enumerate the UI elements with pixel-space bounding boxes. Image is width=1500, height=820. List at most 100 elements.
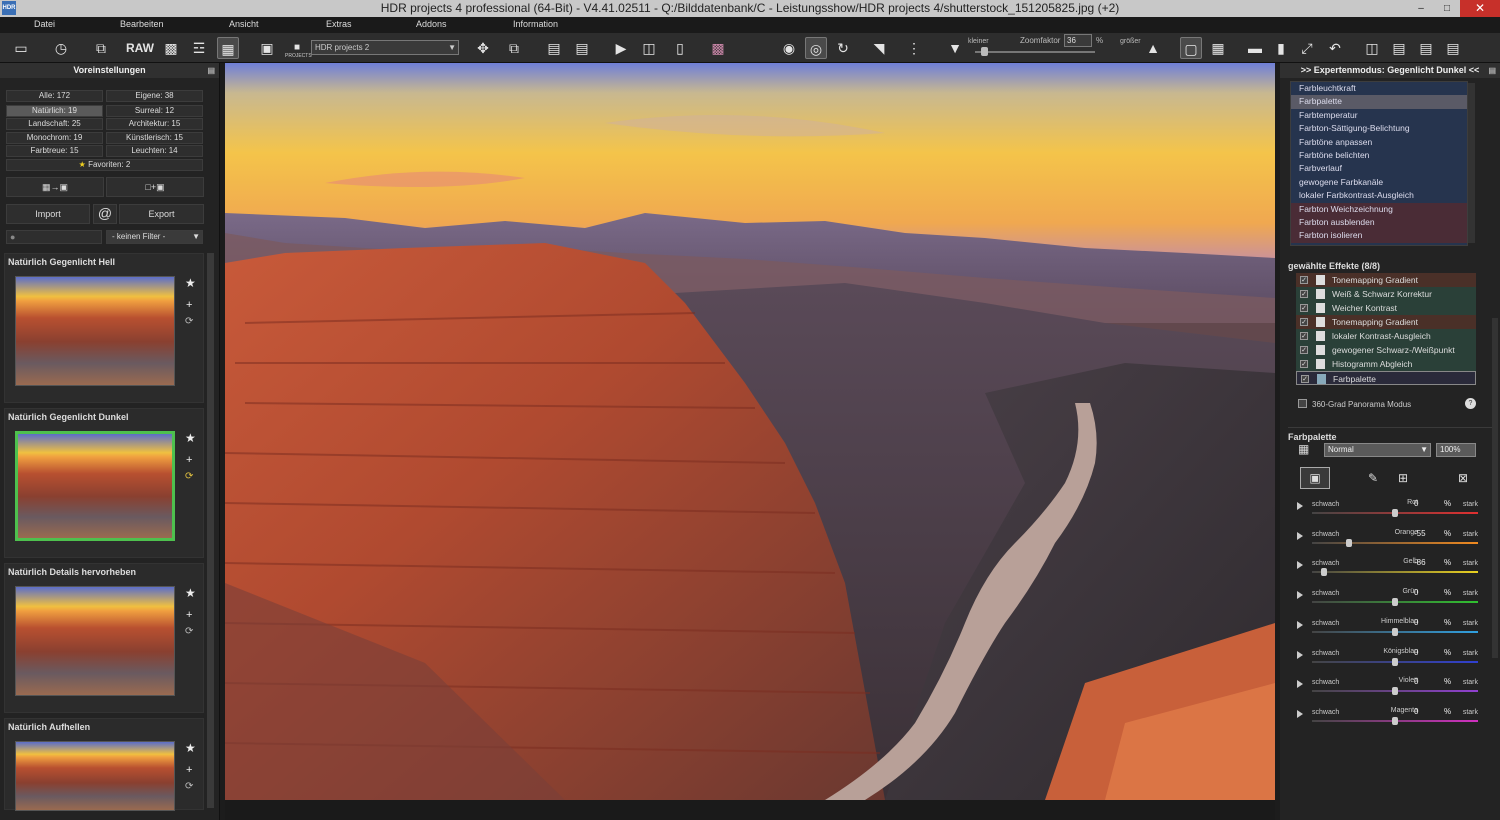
menu-ansicht[interactable]: Ansicht: [229, 19, 259, 29]
menu-bearbeiten[interactable]: Bearbeiten: [120, 19, 164, 29]
preset-card[interactable]: Natürlich Gegenlicht Dunkel ★ + ⟳: [4, 408, 204, 558]
category-surreal[interactable]: Surreal: 12: [106, 105, 203, 117]
list-item[interactable]: lokaler Farbkontrast-Ausgleich: [1291, 189, 1467, 202]
refresh-icon[interactable]: ⟳: [185, 471, 193, 482]
presets-scrollbar[interactable]: [207, 253, 214, 808]
preset-thumbnail[interactable]: [15, 276, 175, 386]
checkbox[interactable]: ✓: [1300, 346, 1308, 354]
slider-knob[interactable]: [1392, 627, 1398, 636]
preset-card[interactable]: Natürlich Details hervorheben ★ + ⟳: [4, 563, 204, 713]
list-item[interactable]: Farbtemperatur: [1291, 109, 1467, 122]
color-slider-row[interactable]: schwach Violett 0% stark: [1296, 674, 1480, 704]
refresh-icon[interactable]: ⟳: [185, 316, 193, 327]
plus-icon[interactable]: +: [186, 299, 192, 311]
slider-knob[interactable]: [1392, 716, 1398, 725]
slider-track[interactable]: [1312, 571, 1478, 574]
refresh-icon[interactable]: ⟳: [185, 781, 193, 792]
expand-arrow-icon[interactable]: [1297, 650, 1303, 659]
color-slider-row[interactable]: schwach Orange -55% stark: [1296, 526, 1480, 556]
slider-track[interactable]: [1312, 541, 1478, 544]
minimize-button[interactable]: –: [1408, 0, 1434, 17]
slider-value[interactable]: 0: [1414, 707, 1418, 716]
list-item[interactable]: Farbleuchtkraft: [1291, 82, 1467, 95]
zoom-in-icon[interactable]: ▲: [1142, 37, 1164, 59]
list-item[interactable]: Farbton isolieren: [1291, 229, 1467, 243]
checkbox[interactable]: ✓: [1300, 276, 1308, 284]
menu-extras[interactable]: Extras: [326, 19, 352, 29]
expand-arrow-icon[interactable]: [1297, 709, 1303, 718]
menu-information[interactable]: Information: [513, 19, 558, 29]
split-view-icon[interactable]: ◥: [868, 37, 890, 59]
pin-icon[interactable]: ▤: [207, 63, 215, 78]
star-icon[interactable]: ★: [185, 276, 196, 290]
panorama-checkbox[interactable]: [1298, 399, 1307, 408]
remove-effect-icon[interactable]: ⊠: [1452, 467, 1474, 489]
color-slider-row[interactable]: schwach Himmelblau 0% stark: [1296, 615, 1480, 645]
project-select[interactable]: HDR projects 2 ▼: [311, 40, 459, 55]
list-item[interactable]: Farbton ausblenden: [1291, 215, 1467, 230]
add-effect-icon[interactable]: ⊞: [1392, 467, 1414, 489]
preset-card[interactable]: Natürlich Aufhellen ★ + ⟳: [4, 718, 204, 811]
histogram-icon[interactable]: ▩: [160, 37, 182, 59]
copy-icon[interactable]: ⧉: [503, 37, 525, 59]
expand-arrow-icon[interactable]: [1297, 502, 1303, 510]
color-slider-row[interactable]: schwach Gelb -86% stark: [1296, 555, 1480, 585]
effect-row[interactable]: ✓ Histogramm Abgleich: [1296, 357, 1476, 371]
raw-button[interactable]: RAW: [126, 37, 154, 59]
import-button[interactable]: Import: [6, 204, 90, 224]
preset-thumbnail[interactable]: [15, 741, 175, 811]
add-preset-button[interactable]: □+▣: [106, 177, 204, 197]
refresh-icon[interactable]: ⟳: [185, 626, 193, 637]
checkbox[interactable]: ✓: [1301, 375, 1309, 383]
expand-arrow-icon[interactable]: [1297, 680, 1303, 689]
book-icon[interactable]: ▯: [669, 37, 691, 59]
list-item[interactable]: Farbton Weichzeichnung: [1291, 202, 1467, 216]
edit-effect-icon[interactable]: ✎: [1362, 467, 1384, 489]
effect-row-selected[interactable]: ✓ Farbpalette: [1296, 371, 1476, 385]
layout-top-icon[interactable]: ▬: [1244, 37, 1266, 59]
panel-2-icon[interactable]: ▤: [1415, 37, 1437, 59]
checkbox[interactable]: ✓: [1300, 360, 1308, 368]
slider-knob[interactable]: [1392, 657, 1398, 666]
filter-search-input[interactable]: ●: [6, 230, 102, 244]
zoom-out-icon[interactable]: ▼: [944, 37, 966, 59]
film-icon[interactable]: ▤: [571, 37, 593, 59]
slider-knob[interactable]: [1320, 568, 1327, 577]
list-item[interactable]: Farbton-Sättigung-Belichtung: [1291, 122, 1467, 135]
maximize-button[interactable]: □: [1434, 0, 1460, 17]
color-slider-row[interactable]: schwach Grün 0% stark: [1296, 585, 1480, 615]
category-artistic[interactable]: Künstlerisch: 15: [106, 132, 203, 144]
panels-icon[interactable]: ◫: [1361, 37, 1383, 59]
list-item[interactable]: Farbtöne anpassen: [1291, 136, 1467, 149]
effects-list-scrollbar[interactable]: [1468, 83, 1475, 243]
open-multiple-icon[interactable]: ⧉: [90, 37, 112, 59]
export-button[interactable]: Export: [119, 204, 204, 224]
list-item[interactable]: Farbpalette: [1291, 95, 1467, 109]
slider-value[interactable]: 0: [1414, 499, 1418, 508]
slider-value[interactable]: 0: [1414, 618, 1418, 627]
slider-value[interactable]: -86: [1414, 558, 1426, 567]
zoom-slider-track[interactable]: [975, 51, 1095, 53]
export-doc-icon[interactable]: ▤: [543, 37, 565, 59]
effect-row[interactable]: ✓ lokaler Kontrast-Ausgleich: [1296, 329, 1476, 343]
image-mode-button[interactable]: ▣: [1300, 467, 1330, 489]
focus-icon[interactable]: ◎: [805, 37, 827, 59]
slider-value[interactable]: -55: [1414, 529, 1426, 538]
blend-mode-select[interactable]: Normal ▼: [1324, 443, 1431, 457]
slider-knob[interactable]: [1392, 509, 1398, 517]
history-icon[interactable]: ◷: [50, 37, 72, 59]
dots-icon[interactable]: ⋮: [903, 37, 925, 59]
star-icon[interactable]: ★: [185, 741, 196, 755]
close-button[interactable]: ✕: [1460, 0, 1500, 17]
help-icon[interactable]: ?: [1465, 398, 1476, 409]
expand-arrow-icon[interactable]: [1297, 531, 1303, 540]
at-icon[interactable]: @: [93, 204, 117, 224]
slider-value[interactable]: 0: [1414, 648, 1418, 657]
layout-right-icon[interactable]: ▮: [1270, 37, 1292, 59]
panel-1-icon[interactable]: ▤: [1388, 37, 1410, 59]
star-icon[interactable]: ★: [185, 431, 196, 445]
effects-list[interactable]: Farbleuchtkraft Farbpalette Farbtemperat…: [1290, 81, 1468, 246]
color-slider-row[interactable]: schwach Königsblau 0% stark: [1296, 645, 1480, 675]
pin-icon[interactable]: ▤: [1488, 63, 1496, 78]
category-natural[interactable]: Natürlich: 19: [6, 105, 103, 117]
